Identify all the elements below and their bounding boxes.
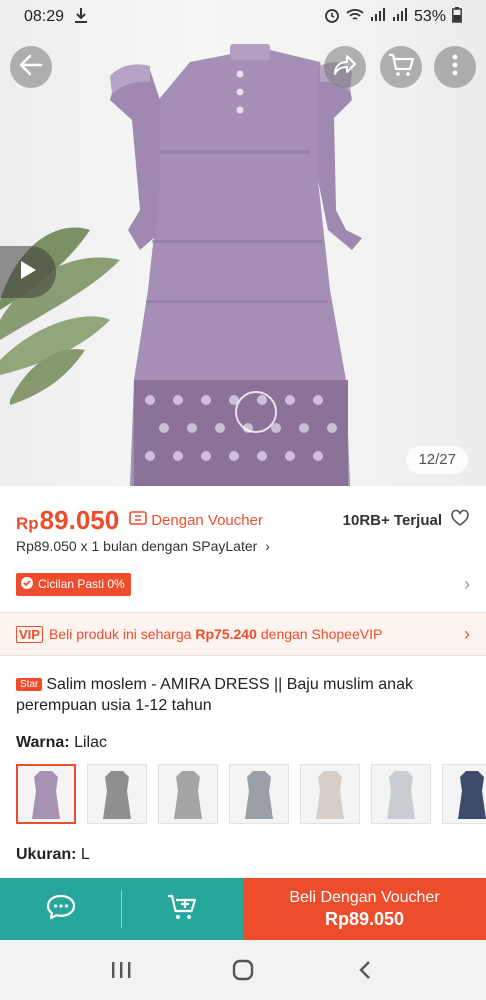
warna-label: Warna: <box>16 734 70 751</box>
vip-text-before: Beli produk ini seharga <box>48 626 192 642</box>
back-button[interactable] <box>10 46 52 88</box>
status-time: 08:29 <box>24 8 65 25</box>
chat-icon <box>45 893 77 926</box>
battery-icon <box>452 6 462 28</box>
variant-thumbnail[interactable] <box>229 764 289 824</box>
cart-button[interactable] <box>380 46 422 88</box>
variant-thumbnails <box>16 764 486 826</box>
alarm-icon <box>324 7 340 28</box>
recent-apps-button[interactable] <box>101 961 141 979</box>
cicilan-row[interactable]: Cicilan Pasti 0% › <box>16 570 470 598</box>
wifi-icon <box>346 8 364 27</box>
voucher-text: Dengan Voucher <box>151 511 263 529</box>
variant-thumbnail[interactable] <box>442 764 486 824</box>
sold-count: 10RB+ Terjual <box>343 509 470 531</box>
dress-thumbnail-image <box>458 771 486 819</box>
share-button[interactable] <box>324 46 366 88</box>
chevron-right-icon: › <box>464 623 470 644</box>
cart-icon <box>388 53 415 82</box>
chevron-right-icon: › <box>464 573 470 594</box>
buy-label: Beli Dengan Voucher <box>289 888 440 906</box>
system-navigation-bar <box>0 940 486 1000</box>
bottom-action-bar: Beli Dengan Voucher Rp89.050 <box>0 878 486 940</box>
more-button[interactable] <box>434 46 476 88</box>
image-counter: 12/27 <box>406 446 468 474</box>
voucher-icon <box>129 511 148 529</box>
share-icon <box>333 54 357 81</box>
product-title-text: Salim moslem - AMIRA DRESS || Baju musli… <box>16 676 413 714</box>
size-variant-label: Ukuran: L <box>16 846 90 864</box>
vip-badge: VIP <box>16 625 43 643</box>
play-icon <box>19 260 37 285</box>
divider <box>121 890 122 928</box>
color-variant-label: Warna: Lilac <box>16 734 107 752</box>
more-vertical-icon <box>452 54 458 81</box>
play-video-button[interactable] <box>0 246 56 298</box>
vip-text-after: dengan ShopeeVIP <box>260 626 383 642</box>
dress-thumbnail-image <box>103 771 131 819</box>
variant-thumbnail[interactable] <box>87 764 147 824</box>
voucher-label[interactable]: Dengan Voucher <box>129 511 263 529</box>
price-row: Rp89.050 Dengan Voucher 10RB+ Terjual <box>16 502 470 538</box>
paylater-text: Rp89.050 x 1 bulan dengan SPayLater <box>16 538 258 554</box>
product-image-gallery[interactable]: 12/27 <box>0 0 486 486</box>
vip-price: Rp75.240 <box>195 626 257 642</box>
dress-thumbnail-image <box>316 771 344 819</box>
status-bar: 08:29 53% <box>0 0 486 34</box>
signal-icon <box>370 7 386 27</box>
heart-icon[interactable] <box>450 509 470 531</box>
dress-thumbnail-image <box>174 771 202 819</box>
warna-value: Lilac <box>74 734 107 751</box>
variant-thumbnail[interactable] <box>300 764 360 824</box>
ukuran-value: L <box>80 846 90 863</box>
price-currency: Rp <box>16 513 39 533</box>
price-amount: 89.050 <box>39 504 120 535</box>
cicilan-badge: Cicilan Pasti 0% <box>16 572 131 596</box>
signal-icon <box>392 7 408 27</box>
buy-with-voucher-button[interactable]: Beli Dengan Voucher Rp89.050 <box>243 878 486 940</box>
sold-text: 10RB+ Terjual <box>342 511 442 529</box>
ukuran-label: Ukuran: <box>16 846 77 863</box>
chevron-right-icon: › <box>265 538 270 554</box>
home-button[interactable] <box>223 959 263 981</box>
add-to-cart-button[interactable] <box>122 878 244 940</box>
product-price: Rp89.050 <box>16 505 119 536</box>
check-circle-icon <box>20 576 34 593</box>
dress-thumbnail-image <box>245 771 273 819</box>
variant-thumbnail[interactable] <box>158 764 218 824</box>
star-badge: Star <box>16 678 43 691</box>
battery-percent: 53% <box>413 8 446 25</box>
cicilan-label: Cicilan Pasti 0% <box>38 577 125 591</box>
paylater-info[interactable]: Rp89.050 x 1 bulan dengan SPayLater › <box>16 538 270 554</box>
dress-thumbnail-image <box>387 771 415 819</box>
buy-price: Rp89.050 <box>324 908 405 929</box>
back-arrow-icon <box>19 54 43 81</box>
variant-thumbnail[interactable] <box>16 764 76 824</box>
chat-button[interactable] <box>0 878 122 940</box>
variant-thumbnail[interactable] <box>371 764 431 824</box>
dress-thumbnail-image <box>32 771 60 819</box>
download-icon <box>74 7 88 28</box>
add-to-cart-icon <box>166 893 198 926</box>
product-title: Star Salim moslem - AMIRA DRESS || Baju m… <box>16 674 470 716</box>
shopee-vip-banner[interactable]: VIP Beli produk ini seharga Rp75.240 den… <box>0 612 486 656</box>
back-nav-button[interactable] <box>345 960 385 980</box>
secondary-actions <box>0 878 243 940</box>
